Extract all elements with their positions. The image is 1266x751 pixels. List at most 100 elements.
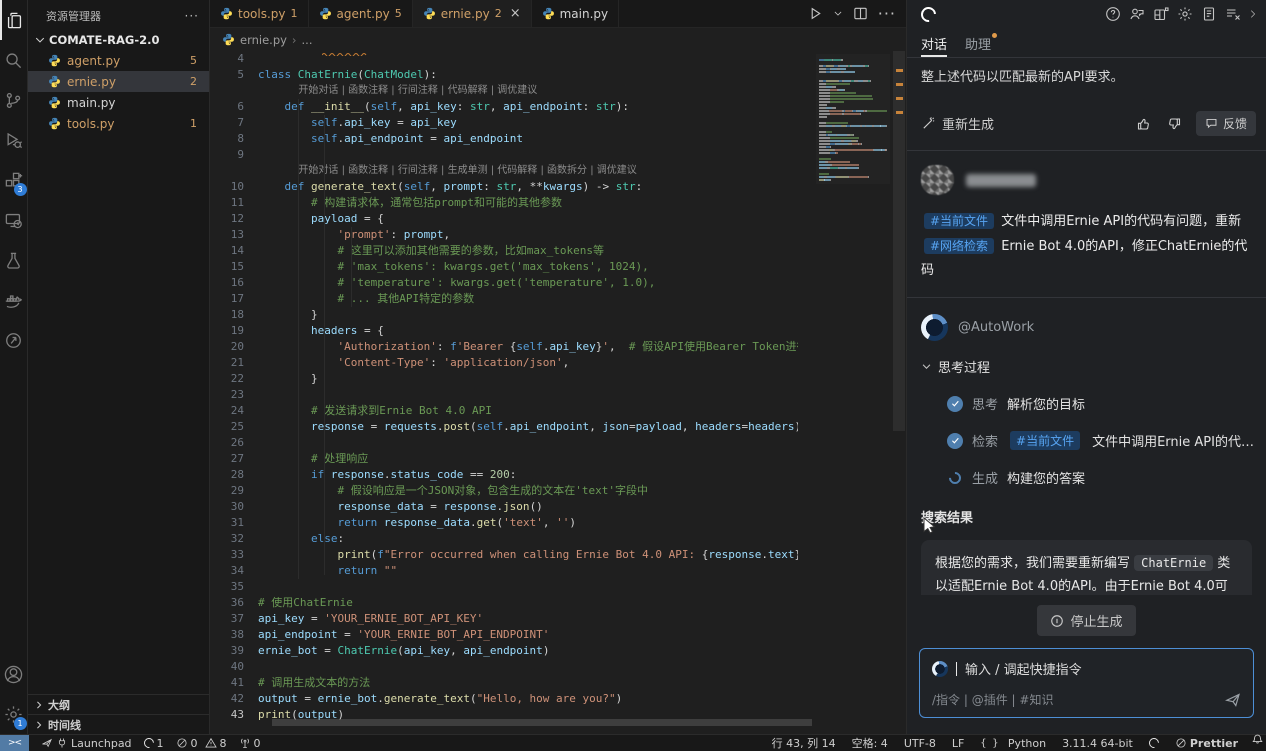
plug-icon (56, 737, 68, 749)
close-icon[interactable]: × (510, 6, 521, 21)
explorer-more-icon[interactable]: ··· (185, 9, 199, 23)
python-file-icon (48, 117, 61, 130)
chat-input-placeholder: 输入 / 调起快捷指令 (965, 659, 1082, 678)
feedback-button[interactable]: 反馈 (1196, 111, 1256, 136)
invite-user-icon[interactable] (1129, 6, 1145, 22)
chevron-right-icon (34, 720, 44, 730)
cursor-position[interactable]: 行 43, 列 14 (772, 735, 836, 751)
eol[interactable]: LF (952, 737, 964, 750)
code-line-39: 39ernie_bot = ChatErnie(api_key, api_end… (210, 643, 906, 659)
warnings-icon (205, 737, 217, 749)
tab-assistant[interactable]: 助理 (965, 34, 991, 57)
code-line-35: 35 (210, 579, 906, 595)
editor-more-icon[interactable]: ··· (878, 4, 896, 23)
minimap[interactable] (816, 54, 890, 184)
stop-generation-button[interactable]: 停止生成 (1037, 605, 1135, 636)
account-icon[interactable] (0, 654, 28, 694)
run-dropdown-icon[interactable] (833, 6, 843, 21)
indentation[interactable]: 空格: 4 (852, 735, 888, 751)
encoding[interactable]: UTF-8 (904, 737, 936, 750)
breadcrumb[interactable]: ernie.py › ... (210, 28, 906, 51)
code-line-24: 24 # 发送请求到Ernie Bot 4.0 API (210, 403, 906, 419)
source-control-icon[interactable] (0, 80, 28, 120)
editor-tab-tools.py[interactable]: tools.py1 (210, 0, 309, 27)
split-editor-icon[interactable] (853, 6, 868, 21)
code-line-11: 11 # 构建请求体，通常包括prompt和可能的其他参数 (210, 195, 906, 211)
file-item-ernie.py[interactable]: ernie.py2 (28, 71, 209, 92)
problems-item[interactable]: 0 8 (176, 737, 227, 750)
notifications-bell-icon[interactable] (1251, 733, 1264, 749)
explorer-icon[interactable] (0, 0, 28, 40)
comate-status-logo[interactable] (1149, 738, 1159, 748)
launchpad-item[interactable]: Launchpad (41, 737, 132, 750)
project-folder-row[interactable]: COMATE-RAG-2.0 (28, 30, 209, 50)
warning-squiggle (322, 52, 368, 56)
editor-tab-agent.py[interactable]: agent.py5 (309, 0, 413, 27)
editor-tab-main.py[interactable]: main.py (532, 0, 620, 27)
editor-tab-ernie.py[interactable]: ernie.py2× (413, 0, 532, 27)
thinking-process-toggle[interactable]: 思考过程 (907, 341, 1266, 376)
clear-chat-icon[interactable] (1225, 6, 1241, 22)
spinner-icon (947, 469, 963, 486)
horizontal-scrollbar[interactable] (272, 719, 812, 726)
python-file-icon (423, 7, 436, 20)
thumbs-up-icon[interactable] (1136, 116, 1152, 132)
chat-input-box[interactable]: 输入 / 调起快捷指令 /指令 | @插件 | #知识 (919, 648, 1254, 718)
search-icon[interactable] (0, 40, 28, 80)
gear-icon[interactable] (1177, 6, 1193, 22)
python-runtime[interactable]: 3.11.4 64-bit (1062, 737, 1133, 750)
input-hints: /指令 | @插件 | #知识 (932, 691, 1053, 708)
timeline-section[interactable]: 时间线 (28, 714, 209, 734)
live-share-icon[interactable] (0, 320, 28, 360)
code-line-6: 6 def __init__(self, api_key: str, api_e… (210, 99, 906, 115)
help-icon[interactable] (1105, 6, 1121, 22)
test-flask-icon[interactable] (0, 240, 28, 280)
ports-item[interactable]: 0 (239, 737, 261, 750)
notes-icon[interactable] (1201, 6, 1217, 22)
send-icon[interactable] (1225, 692, 1241, 708)
extensions-icon[interactable]: 3 (0, 160, 28, 200)
code-line-30: 30 response_data = response.json() (210, 499, 906, 515)
code-editor[interactable]: 45class ChatErnie(ChatModel):开始对话 | 函数注释… (210, 51, 906, 727)
code-line-20: 20 'Authorization': f'Bearer {self.api_k… (210, 339, 906, 355)
code-line-34: 34 return "" (210, 563, 906, 579)
run-button[interactable] (808, 6, 823, 21)
regenerate-button[interactable]: 重新生成 (942, 114, 994, 133)
code-line-32: 32 else: (210, 531, 906, 547)
docker-icon[interactable] (0, 280, 28, 320)
settings-gear-icon[interactable]: 1 (0, 694, 28, 734)
run-debug-icon[interactable] (0, 120, 28, 160)
previous-answer-tail: 整上述代码以匹配最新的API要求。 (907, 58, 1266, 85)
remote-explorer-icon[interactable] (0, 200, 28, 240)
assistant-answer: 根据您的需求，我们需要重新编写 ChatErnie 类以适配Ernie Bot … (921, 540, 1252, 595)
code-line-14: 14 # 这里可以添加其他需要的参数，比如max_tokens等 (210, 243, 906, 259)
outline-section[interactable]: 大纲 (28, 694, 209, 714)
autowork-avatar (921, 314, 948, 341)
language-mode[interactable]: { } Python (980, 737, 1046, 750)
panel-close-chevron-icon[interactable] (1249, 6, 1258, 22)
code-line-41: 41# 调用生成文本的方法 (210, 675, 906, 691)
text-caret (956, 662, 957, 676)
layout-icon[interactable] (1153, 6, 1169, 22)
thumbs-down-icon[interactable] (1166, 116, 1182, 132)
file-item-main.py[interactable]: main.py (28, 92, 209, 113)
user-name-blurred (966, 174, 1036, 187)
tab-dialogue[interactable]: 对话 (921, 34, 947, 57)
vertical-scrollbar[interactable] (892, 51, 906, 719)
file-item-tools.py[interactable]: tools.py1 (28, 113, 209, 134)
file-item-agent.py[interactable]: agent.py5 (28, 50, 209, 71)
status-bar: >< Launchpad 1 0 8 0 行 43, 列 14 空格: 4 UT… (0, 734, 1266, 751)
comate-sync-item[interactable]: 1 (144, 737, 164, 750)
codelens-actions[interactable]: 开始对话 | 函数注释 | 行间注释 | 代码解释 | 调优建议 (210, 83, 906, 99)
thinking-steps: 思考解析您的目标检索#当前文件文件中调用Ernie API的代码有问题，重...… (907, 394, 1266, 487)
code-line-12: 12 payload = { (210, 211, 906, 227)
search-results-header[interactable]: 搜索结果 (907, 487, 1266, 526)
comate-mini-logo (142, 736, 156, 750)
tag-current-file: #当前文件 (1010, 431, 1080, 450)
codelens-actions[interactable]: 开始对话 | 函数注释 | 行间注释 | 生成单测 | 代码解释 | 函数拆分 … (210, 163, 906, 179)
user-message: #当前文件 文件中调用Ernie API的代码有问题，重新 #网络检索 Erni… (907, 151, 1266, 283)
formatter-item[interactable]: Prettier (1175, 737, 1238, 750)
remote-indicator[interactable]: >< (0, 735, 29, 751)
extensions-badge: 3 (14, 183, 27, 196)
stop-icon (1050, 614, 1064, 628)
